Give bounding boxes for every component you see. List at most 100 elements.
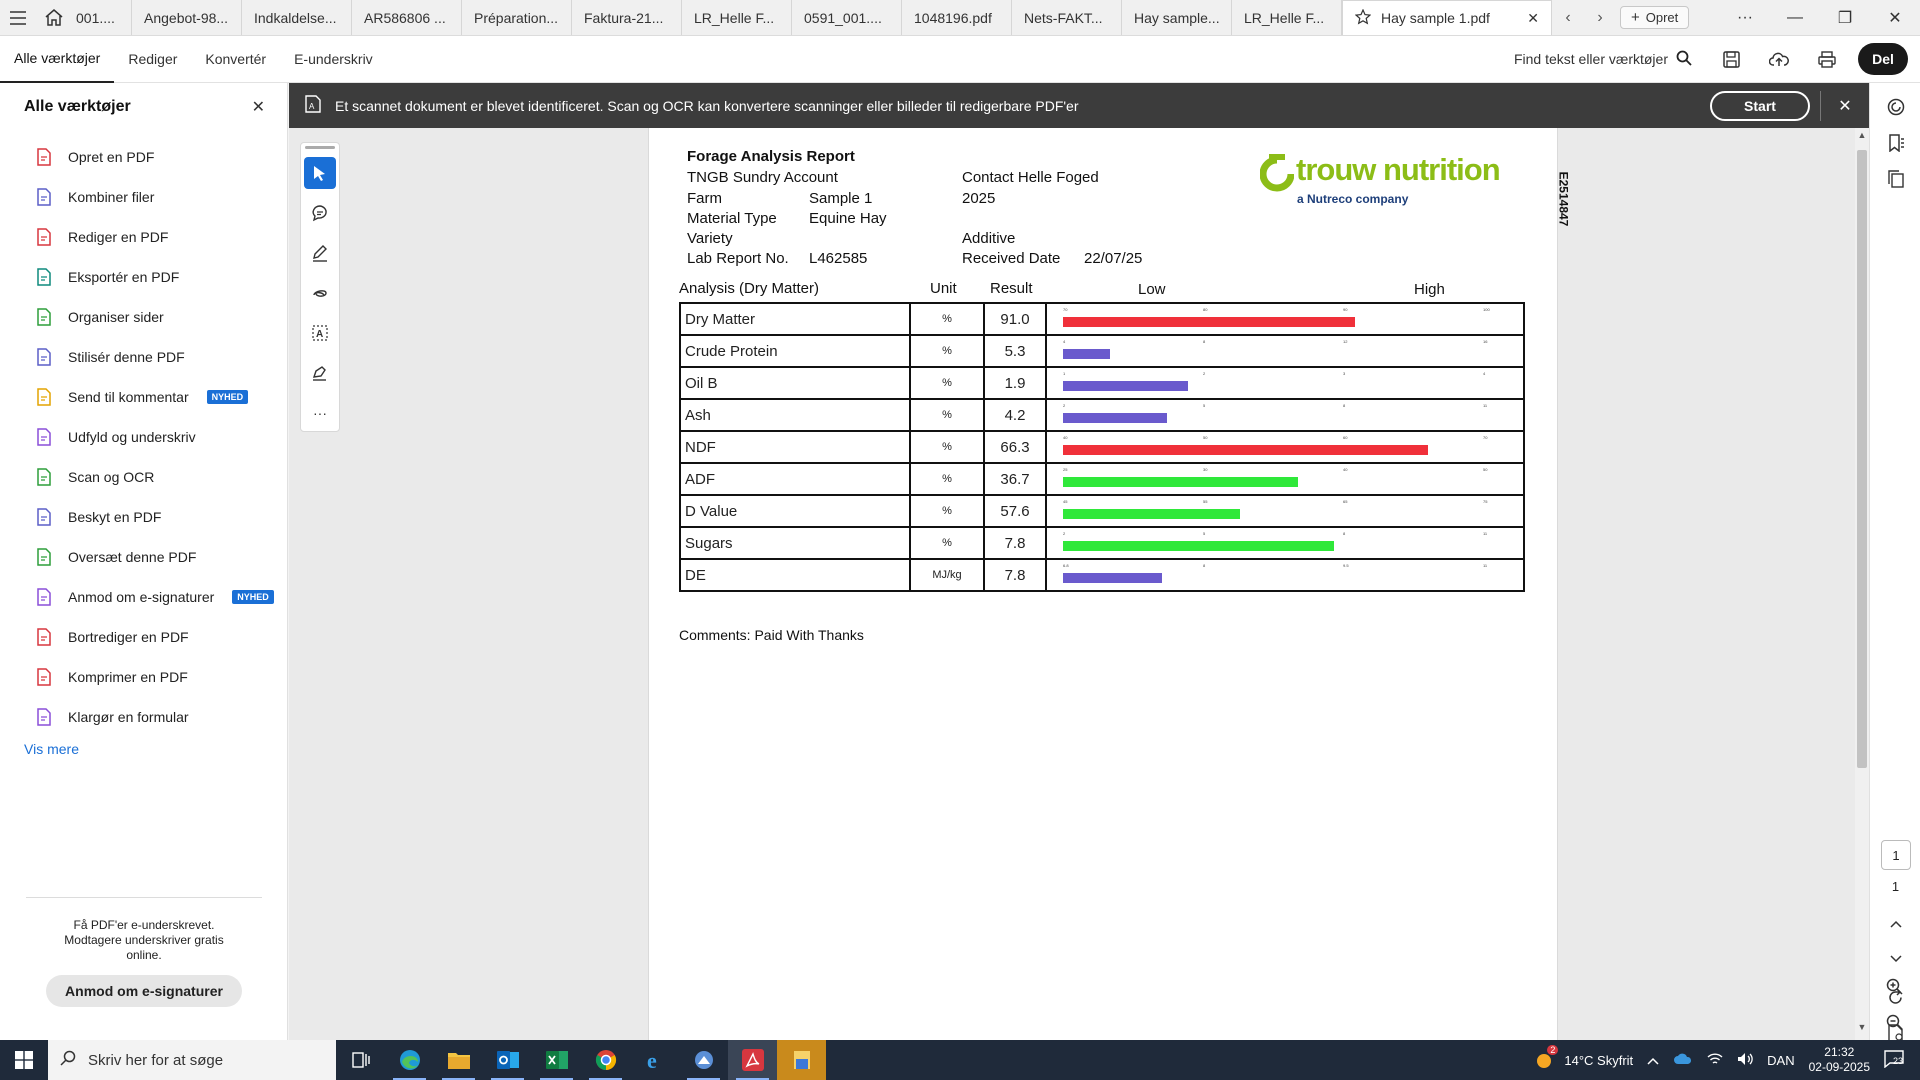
ocr-banner: A Et scannet dokument er blevet identifi… (289, 83, 1869, 128)
minimize-icon[interactable]: — (1770, 0, 1820, 35)
onedrive-cloud-icon[interactable] (1673, 1052, 1693, 1068)
tool-item-13[interactable]: Komprimer en PDF (0, 657, 287, 697)
share-button[interactable]: Del (1858, 43, 1908, 75)
tool-item-11[interactable]: Anmod om e-signaturer NYHED (0, 577, 287, 617)
wifi-icon[interactable] (1707, 1052, 1723, 1069)
bar-scale: 40 50 60 70 (1063, 435, 1487, 441)
menu-esign[interactable]: E-underskriv (280, 36, 387, 83)
tab-10[interactable]: Hay sample... (1122, 0, 1232, 35)
print-icon[interactable] (1806, 41, 1848, 77)
tool-item-9[interactable]: Beskyt en PDF (0, 497, 287, 537)
tab-active[interactable]: Hay sample 1.pdf ✕ (1342, 0, 1552, 35)
close-window-icon[interactable]: ✕ (1870, 0, 1920, 35)
tab-6[interactable]: LR_Helle F... (682, 0, 792, 35)
chevron-up-icon[interactable] (1647, 1053, 1659, 1068)
tab-2[interactable]: Indkaldelse... (242, 0, 352, 35)
scroll-thumb[interactable] (1857, 150, 1867, 768)
tool-item-5[interactable]: Stilisér denne PDF (0, 337, 287, 377)
home-icon[interactable] (36, 0, 72, 35)
file-explorer-icon[interactable] (434, 1040, 483, 1080)
acrobat-icon[interactable] (728, 1040, 777, 1080)
tool-item-3[interactable]: Eksportér en PDF (0, 257, 287, 297)
windows-start-icon[interactable] (0, 1040, 48, 1080)
request-esign-button[interactable]: Anmod om e-signaturer (46, 975, 242, 1007)
speaker-icon[interactable] (1737, 1052, 1753, 1069)
new-tab-button[interactable]: + Opret (1620, 6, 1690, 29)
text-box-icon[interactable]: A (304, 317, 336, 349)
hamburger-menu-icon[interactable] (0, 0, 36, 35)
tool-item-4[interactable]: Organiser sider (0, 297, 287, 337)
outlook-icon[interactable] (483, 1040, 532, 1080)
close-tab-icon[interactable]: ✕ (1527, 10, 1539, 27)
task-view-icon[interactable] (336, 1040, 385, 1080)
internet-explorer-icon[interactable]: e (630, 1040, 679, 1080)
menu-all-tools[interactable]: Alle værktøjer (0, 36, 115, 83)
close-banner-icon[interactable]: ✕ (1835, 96, 1855, 116)
menu-convert[interactable]: Konvertér (191, 36, 280, 83)
tab-1[interactable]: Angebot-98... (132, 0, 242, 35)
tool-item-0[interactable]: Opret en PDF (0, 137, 287, 177)
chevron-left-icon[interactable]: ‹ (1552, 0, 1584, 35)
ai-assistant-icon[interactable] (1870, 89, 1920, 125)
select-cursor-icon[interactable] (304, 157, 336, 189)
tool-item-12[interactable]: Bortrediger en PDF (0, 617, 287, 657)
weather-widget[interactable]: 2 14°C Skyfrit (1534, 1044, 1633, 1072)
bookmark-icon[interactable] (1870, 125, 1920, 161)
tab-4[interactable]: Préparation... (462, 0, 572, 35)
app-tool-icon[interactable] (679, 1040, 728, 1080)
protect-pdf-icon (34, 507, 54, 527)
tool-item-10[interactable]: Oversæt denne PDF (0, 537, 287, 577)
panel-title: Alle værktøjer (24, 98, 131, 115)
tool-item-1[interactable]: Kombiner filer (0, 177, 287, 217)
restore-icon[interactable]: ❐ (1820, 0, 1870, 35)
comment-icon[interactable] (304, 197, 336, 229)
more-tools-icon[interactable]: ··· (304, 397, 336, 429)
draw-freehand-icon[interactable] (304, 277, 336, 309)
language-indicator[interactable]: DAN (1767, 1053, 1794, 1068)
rail-drag-handle[interactable] (305, 146, 335, 149)
star-icon[interactable] (1354, 7, 1372, 28)
cloud-upload-icon[interactable] (1758, 41, 1800, 77)
tab-8[interactable]: 1048196.pdf (902, 0, 1012, 35)
page-up-icon[interactable] (1870, 908, 1920, 940)
tool-item-6[interactable]: Send til kommentar NYHED (0, 377, 287, 417)
new-badge: NYHED (232, 590, 274, 604)
translate-pdf-icon (34, 547, 54, 567)
chevron-right-icon[interactable]: › (1584, 0, 1616, 35)
more-options-icon[interactable]: ··· (1720, 0, 1770, 35)
chrome-icon[interactable] (581, 1040, 630, 1080)
scroll-down-arrow-icon[interactable]: ▼ (1855, 1022, 1869, 1038)
clock[interactable]: 21:32 02-09-2025 (1809, 1045, 1870, 1075)
see-more-link[interactable]: Vis mere (0, 741, 287, 757)
menu-edit[interactable]: Rediger (114, 36, 191, 83)
vertical-scrollbar[interactable]: ▲ ▼ (1855, 128, 1869, 1040)
tool-item-7[interactable]: Udfyld og underskriv (0, 417, 287, 457)
highlight-pen-icon[interactable] (304, 237, 336, 269)
tab-5[interactable]: Faktura-21... (572, 0, 682, 35)
taskbar-search[interactable]: Skriv her for at søge (48, 1040, 336, 1080)
find-tools-button[interactable]: Find tekst eller værktøjer (1514, 50, 1692, 69)
tool-item-8[interactable]: Scan og OCR (0, 457, 287, 497)
tab-3[interactable]: AR586806 ... (352, 0, 462, 35)
tab-9[interactable]: Nets-FAKT... (1012, 0, 1122, 35)
save-icon[interactable] (1710, 41, 1752, 77)
tab-7[interactable]: 0591_001.... (792, 0, 902, 35)
start-ocr-button[interactable]: Start (1710, 90, 1810, 121)
close-panel-icon[interactable]: ✕ (252, 97, 265, 117)
excel-icon[interactable] (532, 1040, 581, 1080)
tab-0[interactable]: 001.... (72, 0, 132, 35)
scroll-up-arrow-icon[interactable]: ▲ (1855, 130, 1869, 146)
tool-item-14[interactable]: Klargør en formular (0, 697, 287, 737)
tool-item-2[interactable]: Rediger en PDF (0, 217, 287, 257)
notifications-icon[interactable]: 23 (1884, 1049, 1914, 1071)
signature-icon[interactable] (304, 357, 336, 389)
zoom-out-icon[interactable] (1869, 1006, 1920, 1038)
pinned-app-icon[interactable] (777, 1040, 826, 1080)
copy-pages-icon[interactable] (1870, 161, 1920, 197)
tab-11[interactable]: LR_Helle F... (1232, 0, 1342, 35)
plus-icon: + (1631, 9, 1640, 26)
cell-bar: 25 30 40 50 (1045, 462, 1525, 496)
zoom-in-icon[interactable] (1869, 970, 1920, 1002)
page-number-input[interactable]: 1 (1881, 840, 1911, 870)
edge-browser-icon[interactable] (385, 1040, 434, 1080)
